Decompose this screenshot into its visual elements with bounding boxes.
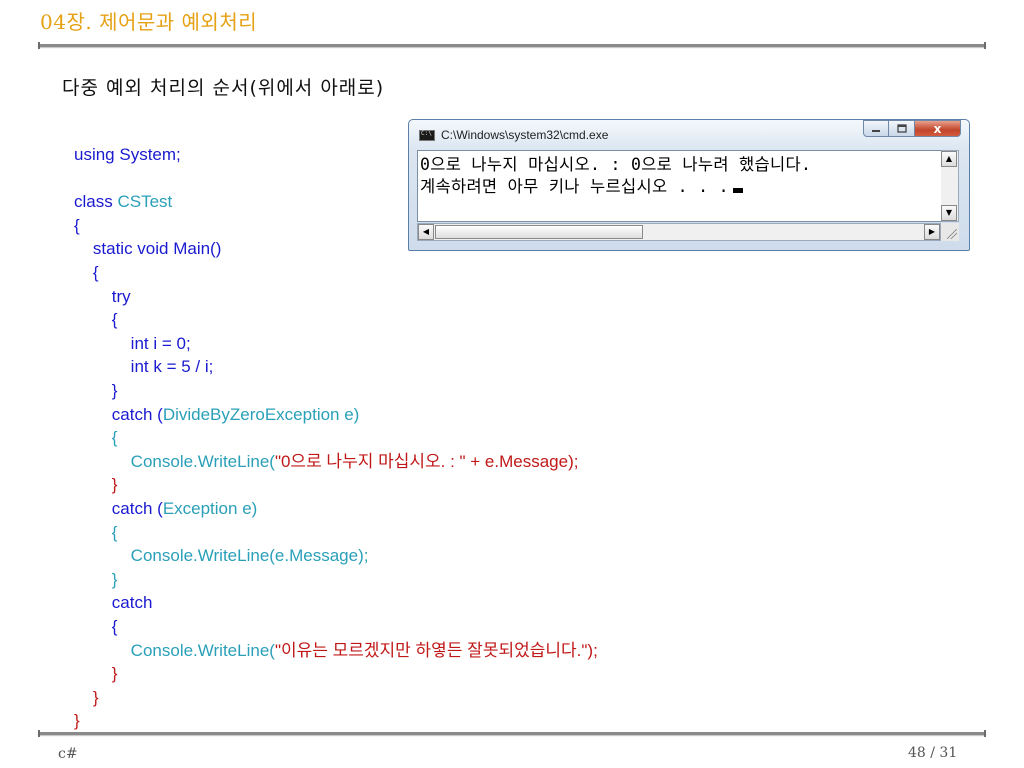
code-line: try bbox=[74, 285, 131, 309]
maximize-icon bbox=[896, 124, 907, 133]
code-line: { bbox=[74, 426, 118, 450]
code-line: Console.WriteLine("이유는 모르겠지만 하옇든 잘못되었습니다… bbox=[74, 639, 598, 663]
console-title: C:\Windows\system32\cmd.exe bbox=[441, 128, 609, 142]
code-line: { bbox=[74, 615, 118, 639]
console-window[interactable]: C:\Windows\system32\cmd.exe x 0으로 나누지 마십… bbox=[408, 119, 970, 251]
close-button[interactable]: x bbox=[915, 120, 961, 137]
code-token: Exception e) bbox=[162, 499, 258, 518]
code-line: } bbox=[74, 686, 99, 710]
code-token: class bbox=[74, 192, 118, 212]
console-line: 0으로 나누지 마십시오. : 0으로 나누려 했습니다. bbox=[420, 155, 812, 174]
horizontal-scrollbar[interactable]: ◀ ▶ bbox=[417, 223, 941, 241]
code-token: "이유는 모르겠지만 하옇든 잘못되었습니다."); bbox=[274, 640, 598, 660]
scroll-up-icon[interactable]: ▲ bbox=[941, 151, 957, 167]
code-line: Console.WriteLine(e.Message); bbox=[74, 544, 369, 568]
code-token: DivideByZeroException e) bbox=[162, 404, 360, 424]
slide-heading: 다중 예외 처리의 순서(위에서 아래로) bbox=[62, 77, 385, 99]
code-token: try bbox=[74, 286, 131, 306]
minimize-icon bbox=[872, 129, 880, 132]
code-line: static void Main() bbox=[74, 237, 221, 261]
code-line: catch (Exception e) bbox=[74, 497, 258, 521]
header-divider bbox=[38, 42, 986, 49]
code-line: int i = 0; bbox=[74, 332, 191, 356]
code-line: } bbox=[74, 473, 118, 497]
code-token: { bbox=[74, 522, 118, 542]
vertical-scrollbar[interactable]: ▲ ▼ bbox=[941, 150, 959, 222]
code-line: } bbox=[74, 379, 118, 403]
code-token: Console.WriteLine( bbox=[74, 640, 275, 660]
code-line: Console.WriteLine("0으로 나누지 마십시오. : " + e… bbox=[74, 450, 579, 474]
console-line: 계속하려면 아무 키나 누르십시오 . . . bbox=[420, 173, 743, 197]
code-token: catch bbox=[74, 593, 153, 613]
code-token: { bbox=[74, 310, 118, 330]
code-token: { bbox=[74, 215, 80, 235]
code-line: catch bbox=[74, 591, 153, 615]
code-token: catch ( bbox=[74, 499, 163, 518]
code-token: "0으로 나누지 마십시오. : " + e.Message); bbox=[274, 451, 579, 471]
code-line: using System; bbox=[74, 143, 181, 167]
page-number: 48 / 31 bbox=[908, 745, 958, 761]
horizontal-scroll-thumb[interactable] bbox=[435, 225, 643, 239]
scroll-down-icon[interactable]: ▼ bbox=[941, 205, 957, 221]
code-line: int k = 5 / i; bbox=[74, 355, 214, 379]
code-token: } bbox=[74, 664, 118, 684]
code-token: using System; bbox=[74, 145, 181, 164]
code-token: } bbox=[74, 687, 99, 707]
code-token: } bbox=[74, 475, 118, 495]
cursor-icon bbox=[732, 188, 743, 193]
code-line: { bbox=[74, 214, 80, 238]
code-token: { bbox=[74, 263, 99, 282]
code-line: { bbox=[74, 261, 99, 285]
code-token: { bbox=[74, 428, 118, 448]
code-token: catch ( bbox=[74, 404, 163, 424]
slide-header-title: 04장. 제어문과 예외처리 bbox=[40, 10, 258, 34]
console-output[interactable]: 0으로 나누지 마십시오. : 0으로 나누려 했습니다. 계속하려면 아무 키… bbox=[417, 150, 949, 222]
code-line: class CSTest bbox=[74, 190, 172, 214]
code-token: Console.WriteLine( bbox=[74, 451, 275, 471]
close-icon: x bbox=[933, 121, 942, 136]
code-token: } bbox=[74, 381, 118, 400]
code-line: { bbox=[74, 521, 118, 545]
code-token: int i = 0; bbox=[74, 333, 191, 353]
console-titlebar[interactable]: C:\Windows\system32\cmd.exe x bbox=[409, 120, 969, 148]
code-token: int k = 5 / i; bbox=[74, 357, 214, 377]
code-token: } bbox=[74, 711, 80, 731]
code-token: { bbox=[74, 617, 118, 636]
code-token: } bbox=[74, 569, 118, 589]
minimize-button[interactable] bbox=[863, 120, 889, 137]
code-token: static void Main() bbox=[74, 239, 222, 259]
code-token: Console.WriteLine(e.Message); bbox=[74, 546, 369, 566]
footer-label: c# bbox=[58, 746, 78, 762]
scroll-left-icon[interactable]: ◀ bbox=[418, 224, 434, 240]
code-line: { bbox=[74, 308, 118, 332]
code-line: } bbox=[74, 662, 118, 686]
cmd-icon bbox=[419, 130, 435, 141]
code-token: CSTest bbox=[117, 192, 173, 212]
code-line: catch (DivideByZeroException e) bbox=[74, 403, 360, 427]
maximize-button[interactable] bbox=[889, 120, 915, 137]
scroll-right-icon[interactable]: ▶ bbox=[924, 224, 940, 240]
code-line: } bbox=[74, 568, 118, 592]
resize-grip-icon[interactable] bbox=[941, 223, 959, 241]
footer-divider bbox=[38, 730, 986, 737]
